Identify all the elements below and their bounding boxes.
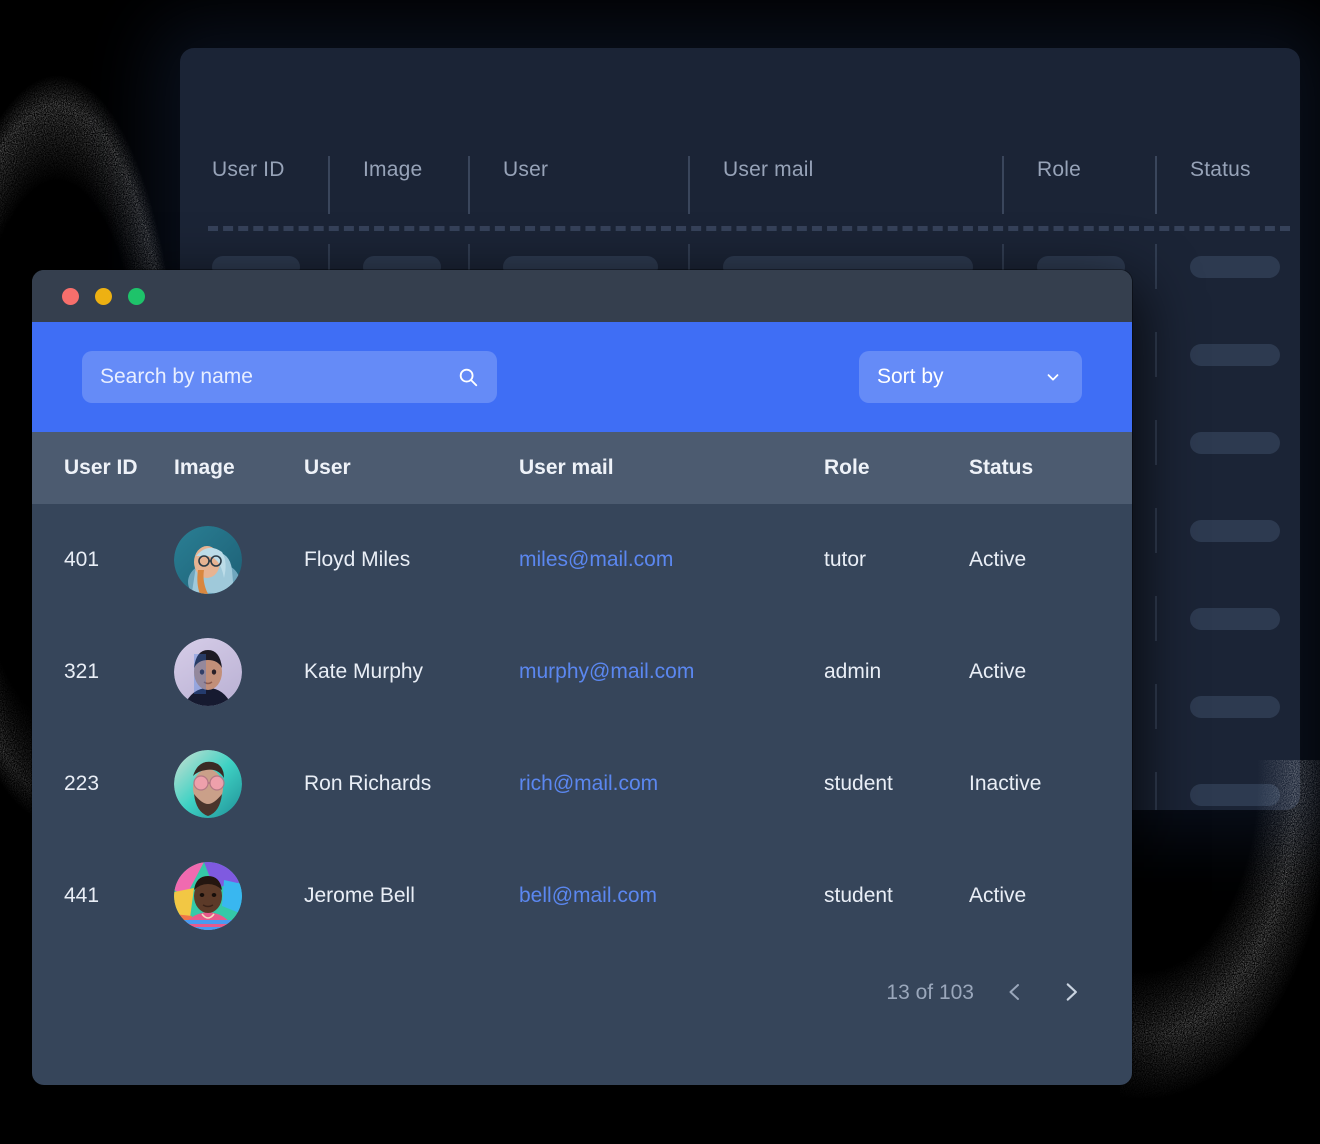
ghost-body-divider [1155,596,1157,641]
avatar [174,750,242,818]
ghost-skeleton-bar [1190,432,1280,454]
ghost-skeleton-bar [1190,784,1280,806]
users-table: User ID Image User User mail Role Status… [32,432,1132,952]
ghost-column-user-id: User ID [212,158,285,181]
ghost-body-divider [1155,508,1157,553]
user-mail-link[interactable]: bell@mail.com [519,884,657,907]
table-header: User ID Image User User mail Role Status [32,432,1132,504]
ghost-body-divider [1155,332,1157,377]
chevron-down-icon[interactable] [1044,368,1062,386]
user-mail-link[interactable]: rich@mail.com [519,772,658,795]
column-header-user-id[interactable]: User ID [32,432,174,504]
next-page-button[interactable] [1056,978,1086,1008]
ghost-header-divider [688,156,690,214]
window-titlebar [32,270,1132,322]
pagination: 13 of 103 [32,952,1132,1008]
avatar [174,526,242,594]
cell-user-id: 321 [64,660,100,683]
user-mail-link[interactable]: miles@mail.com [519,548,673,571]
ghost-body-divider [1155,684,1157,729]
table-row[interactable]: 223 Ron Richards rich@mail.com student I… [32,728,1132,840]
avatar-image [174,638,242,706]
table-body: 401 Floyd Miles miles@mail.com tutor Act… [32,504,1132,952]
avatar-image [174,526,242,594]
previous-page-button[interactable] [1000,978,1030,1008]
ghost-skeleton-bar [1190,256,1280,278]
screenshot-stage: User ID Image User User mail Role Status [0,0,1320,1144]
ghost-header-divider [468,156,470,214]
ghost-skeleton-bar [1190,696,1280,718]
cell-role: student [824,772,893,795]
ghost-body-divider [1155,772,1157,810]
dither-noise-bottom-right [1120,760,1320,1100]
avatar-image [174,750,242,818]
column-header-role[interactable]: Role [824,432,969,504]
ghost-dashed-separator [208,226,1290,231]
search-input[interactable] [82,365,497,389]
ghost-column-status: Status [1190,158,1251,181]
cell-avatar [174,616,304,728]
toolbar: Sort by [32,322,1132,432]
search-icon[interactable] [457,366,479,388]
ghost-header-divider [1002,156,1004,214]
user-management-window: Sort by User ID Image User User mail Rol… [32,270,1132,1085]
cell-role: tutor [824,548,867,571]
cell-user-name: Ron Richards [304,772,432,795]
sort-by-dropdown[interactable]: Sort by [859,351,1082,403]
status-badge: Active [969,548,1027,571]
cell-user-mail: murphy@mail.com [519,616,824,728]
status-badge: Active [969,660,1027,683]
column-header-status[interactable]: Status [969,432,1132,504]
ghost-body-divider [1155,244,1157,289]
column-header-user[interactable]: User [304,432,519,504]
cell-user-id: 223 [64,772,100,795]
avatar-image [174,862,242,930]
cell-role: admin [824,660,882,683]
ghost-column-user: User [503,158,549,181]
table-row[interactable]: 401 Floyd Miles miles@mail.com tutor Act… [32,504,1132,616]
ghost-skeleton-bar [1190,344,1280,366]
status-badge: Active [969,884,1027,907]
ghost-header-divider [328,156,330,214]
cell-user-name: Kate Murphy [304,660,424,683]
avatar [174,862,242,930]
cell-user-name: Floyd Miles [304,548,411,571]
maximize-button[interactable] [128,287,145,305]
close-button[interactable] [62,287,79,305]
cell-user-mail: miles@mail.com [519,504,824,616]
ghost-skeleton-bar [1190,608,1280,630]
user-mail-link[interactable]: murphy@mail.com [519,660,694,683]
cell-user-mail: bell@mail.com [519,840,824,952]
table-row[interactable]: 441 Jerome Bell bell@mail.com student Ac… [32,840,1132,952]
cell-avatar [174,840,304,952]
minimize-button[interactable] [95,287,112,305]
search-box[interactable] [82,351,497,403]
sort-by-label: Sort by [877,365,944,388]
ghost-skeleton-bar [1190,520,1280,542]
ghost-column-user-mail: User mail [723,158,814,181]
cell-user-mail: rich@mail.com [519,728,824,840]
cell-avatar [174,728,304,840]
cell-avatar [174,504,304,616]
cell-user-id: 441 [64,884,100,907]
ghost-column-image: Image [363,158,423,181]
ghost-column-role: Role [1037,158,1081,181]
chevron-right-icon [1058,979,1084,1008]
avatar [174,638,242,706]
cell-role: student [824,884,893,907]
ghost-body-divider [1155,420,1157,465]
status-badge: Inactive [969,772,1042,795]
cell-user-id: 401 [64,548,100,571]
table-header-row: User ID Image User User mail Role Status [32,432,1132,504]
column-header-user-mail[interactable]: User mail [519,432,824,504]
cell-user-name: Jerome Bell [304,884,415,907]
chevron-left-icon [1003,980,1027,1007]
ghost-header-divider [1155,156,1157,214]
table-row[interactable]: 321 Kate Murphy murphy@mail.com admin Ac… [32,616,1132,728]
pagination-count: 13 of 103 [886,981,974,1004]
column-header-image[interactable]: Image [174,432,304,504]
